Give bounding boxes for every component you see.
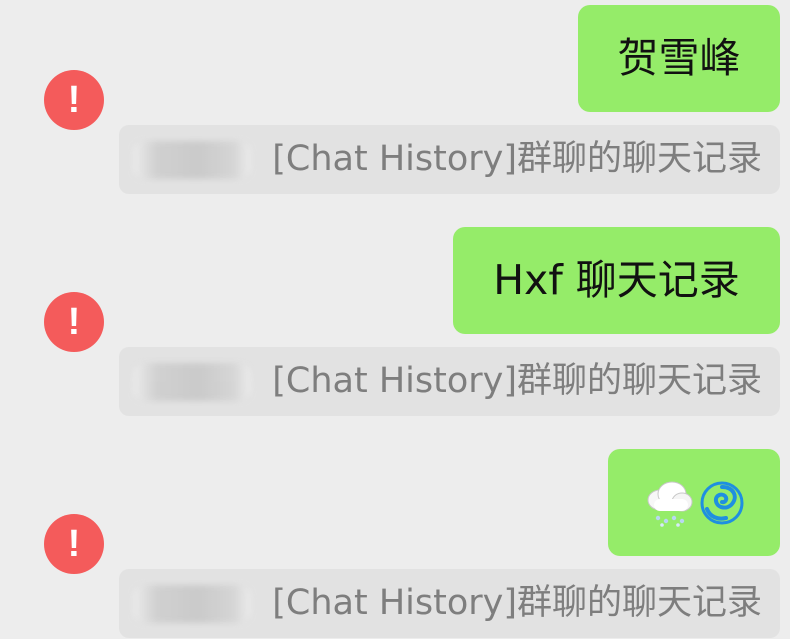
cloud-with-snow-icon (642, 478, 694, 528)
quoted-text-3: [Chat History]群聊的聊天记录 (272, 583, 762, 623)
message-bubble-1[interactable]: 贺雪峰 (578, 5, 780, 112)
blurred-sender-name (133, 585, 251, 623)
quoted-text-1: [Chat History]群聊的聊天记录 (272, 139, 762, 179)
quoted-text-2: [Chat History]群聊的聊天记录 (272, 361, 762, 401)
quoted-message-2[interactable]: [Chat History]群聊的聊天记录 (119, 347, 780, 416)
quoted-message-1[interactable]: [Chat History]群聊的聊天记录 (119, 125, 780, 194)
blurred-sender-name (133, 363, 251, 401)
chat-message-list: 贺雪峰 ! [Chat History]群聊的聊天记录 Hxf 聊天记录 ! [… (0, 0, 790, 639)
cyclone-icon (698, 479, 746, 527)
blurred-sender-name (133, 141, 251, 179)
message-bubble-2[interactable]: Hxf 聊天记录 (453, 227, 780, 334)
quoted-message-3[interactable]: [Chat History]群聊的聊天记录 (119, 569, 780, 638)
send-failed-icon-3[interactable]: ! (44, 514, 104, 574)
message-text-2: Hxf 聊天记录 (493, 256, 740, 304)
send-failed-icon-1[interactable]: ! (44, 70, 104, 130)
message-text-1: 贺雪峰 (617, 34, 741, 82)
send-failed-icon-2[interactable]: ! (44, 292, 104, 352)
message-bubble-3[interactable] (608, 449, 780, 556)
